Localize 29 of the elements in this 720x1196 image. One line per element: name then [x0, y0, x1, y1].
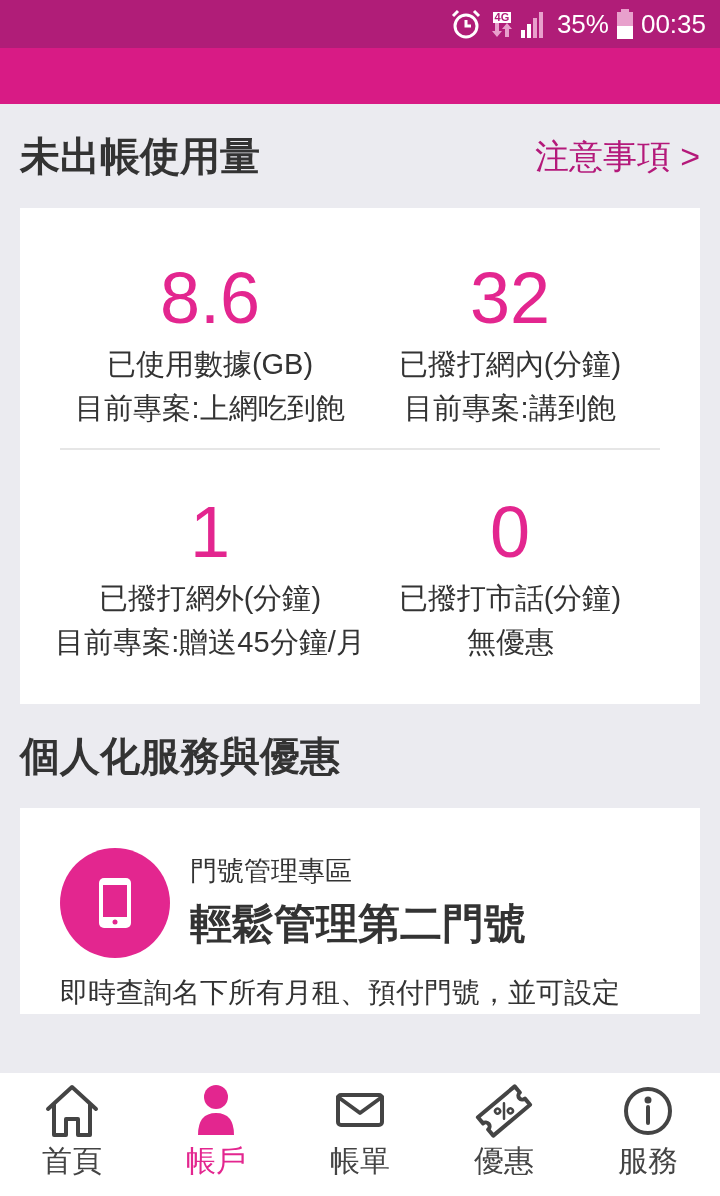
- nav-tab[interactable]: 服務: [576, 1083, 720, 1196]
- service-card[interactable]: 門號管理專區 輕鬆管理第二門號 即時查詢名下所有月租、預付門號，並可設定: [20, 808, 700, 1014]
- usage-value: 32: [469, 257, 551, 340]
- clock: 00:35: [640, 7, 706, 41]
- battery-percent: 35%: [556, 7, 609, 41]
- battery-icon: [616, 9, 633, 39]
- usage-value: 8.6: [159, 257, 261, 340]
- plan-text: 目前專案:講到飽: [403, 391, 617, 426]
- plan-text: 目前專案:贈送45分鐘/月: [55, 625, 365, 660]
- data-arrows-icon: [490, 22, 513, 37]
- notice-link[interactable]: 注意事項 >: [534, 130, 700, 182]
- section-title: 個人化服務與優惠: [20, 733, 340, 780]
- nav-tab[interactable]: 首頁: [0, 1083, 144, 1196]
- usage-value: 0: [489, 491, 530, 574]
- nav-tab[interactable]: 帳戶: [144, 1083, 288, 1196]
- card-headline: 輕鬆管理第二門號: [190, 898, 526, 949]
- usage-value: 1: [189, 491, 230, 574]
- plan-text: 無優惠: [465, 625, 555, 660]
- nav-tab[interactable]: 帳單: [288, 1083, 432, 1196]
- usage-label: 已撥打市話(分鐘): [398, 581, 622, 616]
- usage-label: 已撥打網內(分鐘): [398, 347, 622, 382]
- nav-tab[interactable]: 優惠: [432, 1083, 576, 1196]
- section-title: 未出帳使用量: [20, 133, 260, 180]
- card-category: 門號管理專區: [190, 855, 353, 889]
- network-label: 4G: [492, 11, 512, 23]
- plan-text: 目前專案:上網吃到飽: [74, 391, 346, 426]
- card-description: 即時查詢名下所有月租、預付門號，並可設定: [60, 976, 621, 1010]
- usage-label: 已使用數據(GB): [106, 347, 314, 382]
- usage-label: 已撥打網外(分鐘): [98, 581, 322, 616]
